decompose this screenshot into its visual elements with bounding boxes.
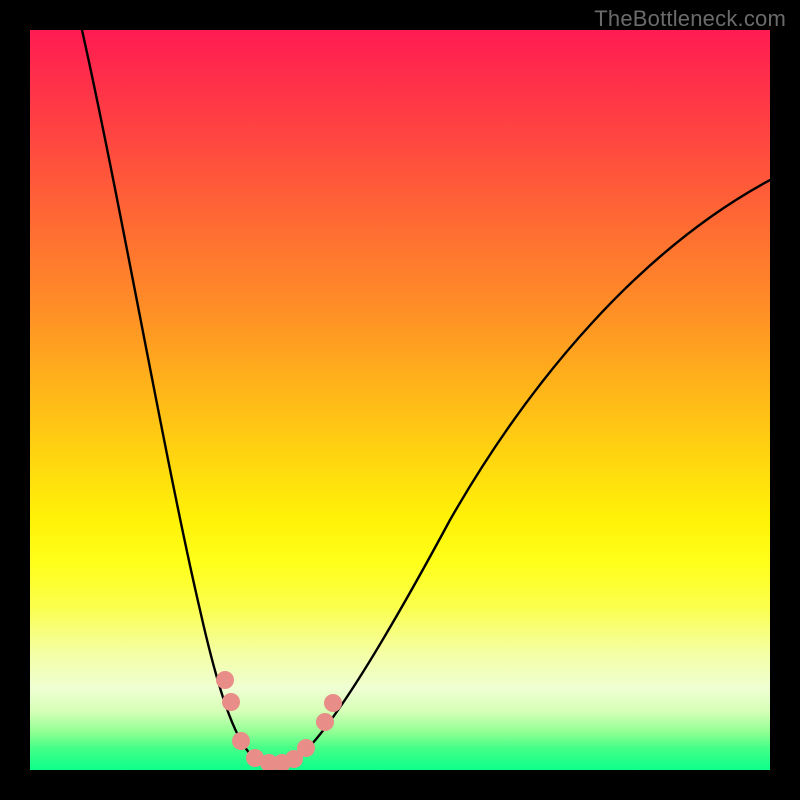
marker-dot (324, 694, 342, 712)
marker-dot (297, 739, 315, 757)
plot-area (30, 30, 770, 770)
curve-layer (30, 30, 770, 770)
marker-dot (216, 671, 234, 689)
left-curve (82, 30, 252, 756)
chart-frame: TheBottleneck.com (0, 0, 800, 800)
right-curve (300, 180, 770, 756)
marker-dot (232, 732, 250, 750)
watermark-text: TheBottleneck.com (594, 6, 786, 32)
marker-dot (222, 693, 240, 711)
marker-dot (316, 713, 334, 731)
data-markers (216, 671, 342, 770)
